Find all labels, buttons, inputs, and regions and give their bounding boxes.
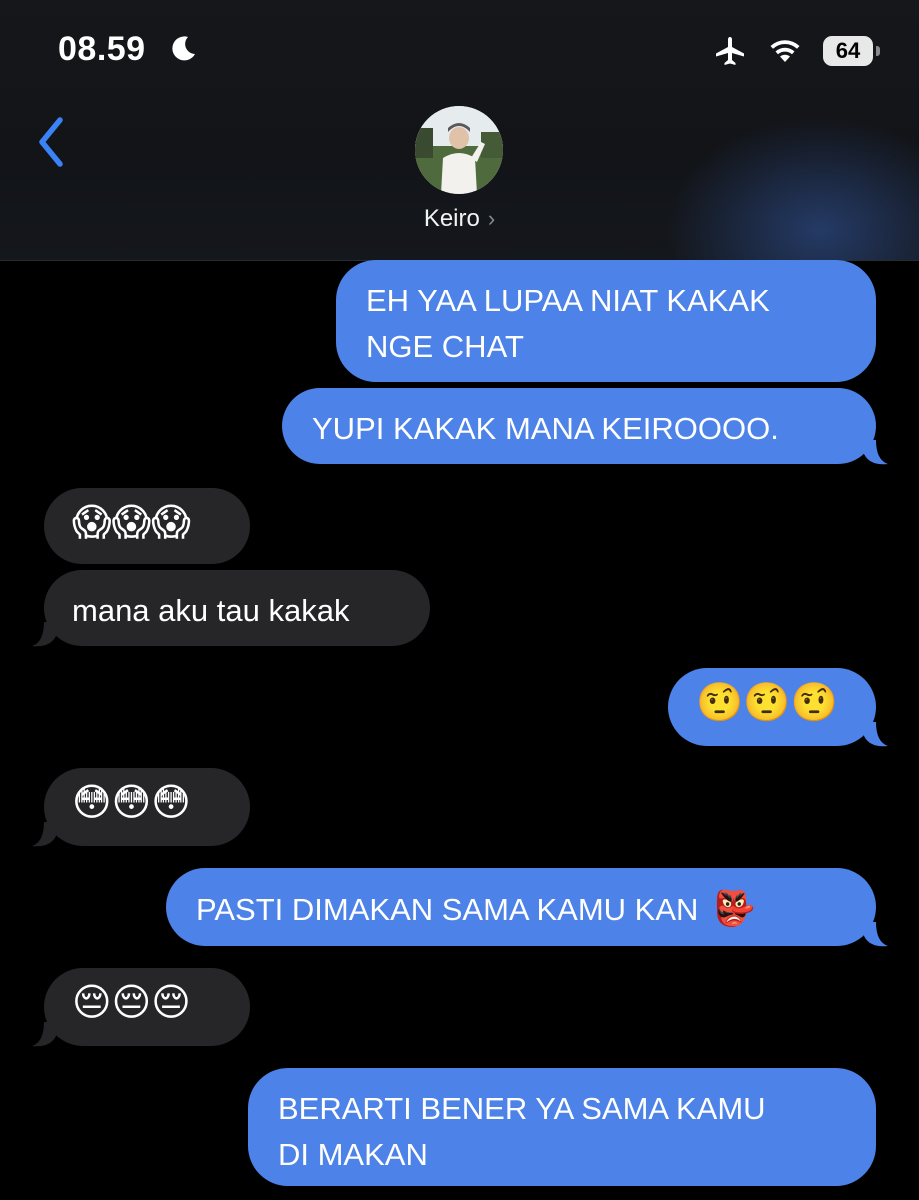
outgoing-message[interactable]: 🤨🤨🤨	[668, 668, 876, 746]
contact-avatar[interactable]	[415, 106, 503, 194]
outgoing-message[interactable]: YUPI KAKAK MANA KEIROOOO.	[282, 388, 876, 464]
incoming-message[interactable]: mana aku tau kakak	[44, 570, 430, 646]
incoming-message[interactable]: 😔😔😔	[44, 968, 250, 1046]
message-emoji: 😳😳😳	[72, 782, 191, 824]
outgoing-message[interactable]: BERARTI BENER YA SAMA KAMU DI MAKAN	[248, 1068, 876, 1186]
incoming-message[interactable]: 😱😱😱	[44, 488, 250, 564]
message-text-line: BERARTI BENER YA SAMA KAMU	[278, 1091, 766, 1126]
status-time: 08.59	[58, 30, 146, 68]
message-text: PASTI DIMAKAN SAMA KAMU KAN	[196, 892, 699, 927]
message-text-line: NGE CHAT	[366, 329, 524, 364]
chat-header: 08.59 64 Keiro ›	[0, 0, 919, 261]
contact-name: Keiro	[423, 205, 480, 232]
outgoing-message[interactable]: PASTI DIMAKAN SAMA KAMU KAN 👺	[166, 868, 876, 946]
chevron-right-icon: ›	[487, 206, 496, 231]
incoming-message[interactable]: 😳😳😳	[44, 768, 250, 846]
message-emoji: 😱😱😱	[72, 502, 191, 544]
bubble-tail	[864, 922, 888, 947]
status-icons: 64	[713, 34, 880, 68]
airplane-icon	[716, 37, 744, 65]
battery-indicator: 64	[823, 36, 880, 66]
bubble-tail	[32, 1022, 56, 1047]
avatar-photo	[415, 106, 503, 194]
bubble-tail	[32, 622, 56, 647]
bubble-tail	[32, 822, 56, 847]
back-chevron-icon[interactable]	[30, 112, 74, 172]
goblin-emoji: 👺	[713, 890, 756, 928]
bubble-tail	[864, 722, 888, 747]
message-text-line: EH YAA LUPAA NIAT KAKAK	[366, 283, 770, 318]
battery-level: 64	[835, 38, 861, 63]
contact-name-button[interactable]: Keiro ›	[0, 205, 919, 233]
message-text: YUPI KAKAK MANA KEIROOOO.	[312, 411, 779, 446]
message-emoji: 😔😔😔	[72, 982, 191, 1024]
message-text: mana aku tau kakak	[72, 593, 350, 628]
moon-icon	[172, 36, 195, 61]
wifi-icon	[770, 40, 800, 62]
message-emoji: 🤨🤨🤨	[696, 682, 838, 724]
outgoing-message[interactable]: EH YAA LUPAA NIAT KAKAK NGE CHAT	[336, 260, 876, 382]
bubble-tail	[864, 440, 888, 465]
message-text-line: DI MAKAN	[278, 1137, 428, 1172]
